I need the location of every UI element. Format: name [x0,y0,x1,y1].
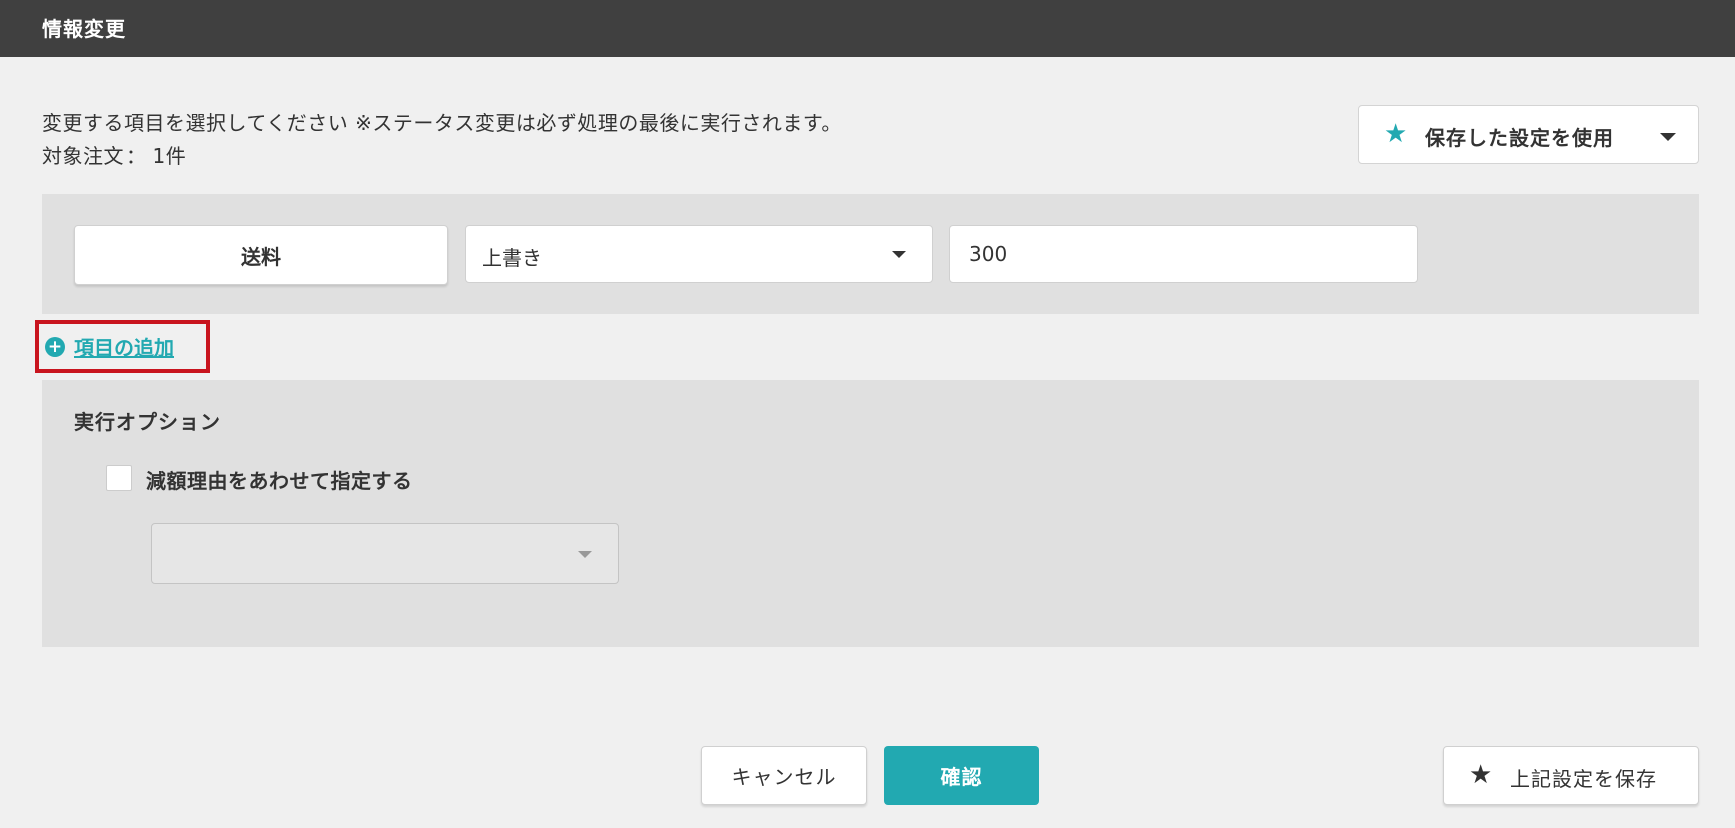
add-item-link[interactable]: + 項目の追加 [35,320,210,373]
value-input[interactable] [949,225,1418,283]
page-title: 情報変更 [42,17,126,41]
target-separator: ： [126,144,147,168]
chevron-down-icon [892,251,906,258]
item-panel: 送料 上書き [42,194,1699,314]
field-select-button[interactable]: 送料 [74,225,448,285]
mode-select[interactable]: 上書き [465,225,933,283]
target-count: 1件 [152,144,187,168]
save-settings-label: 上記設定を保存 [1510,767,1657,791]
title-bar: 情報変更 [0,0,1735,57]
confirm-button[interactable]: 確認 [884,746,1039,805]
add-item-label: 項目の追加 [74,336,174,360]
cancel-button[interactable]: キャンセル [701,746,867,805]
options-heading: 実行オプション [74,410,221,434]
chevron-down-icon [1660,133,1676,141]
saved-settings-dropdown[interactable]: ★ 保存した設定を使用 [1358,105,1699,164]
instruction-text: 変更する項目を選択してください ※ステータス変更は必ず処理の最後に実行されます。 [42,111,842,135]
target-orders: 対象注文： 1件 [42,140,186,169]
target-label: 対象注文 [42,144,124,168]
options-panel: 実行オプション 減額理由をあわせて指定する [42,380,1699,647]
star-icon: ★ [1384,119,1408,149]
star-icon: ★ [1469,760,1493,790]
chevron-down-icon [578,551,592,558]
reduction-reason-checkbox[interactable] [106,465,132,491]
reduction-reason-select[interactable] [151,523,619,584]
plus-circle-icon: + [45,336,65,357]
reduction-reason-label[interactable]: 減額理由をあわせて指定する [146,465,413,494]
save-settings-button[interactable]: ★ 上記設定を保存 [1443,746,1699,805]
mode-select-value: 上書き [482,246,542,270]
saved-settings-label: 保存した設定を使用 [1425,126,1614,150]
